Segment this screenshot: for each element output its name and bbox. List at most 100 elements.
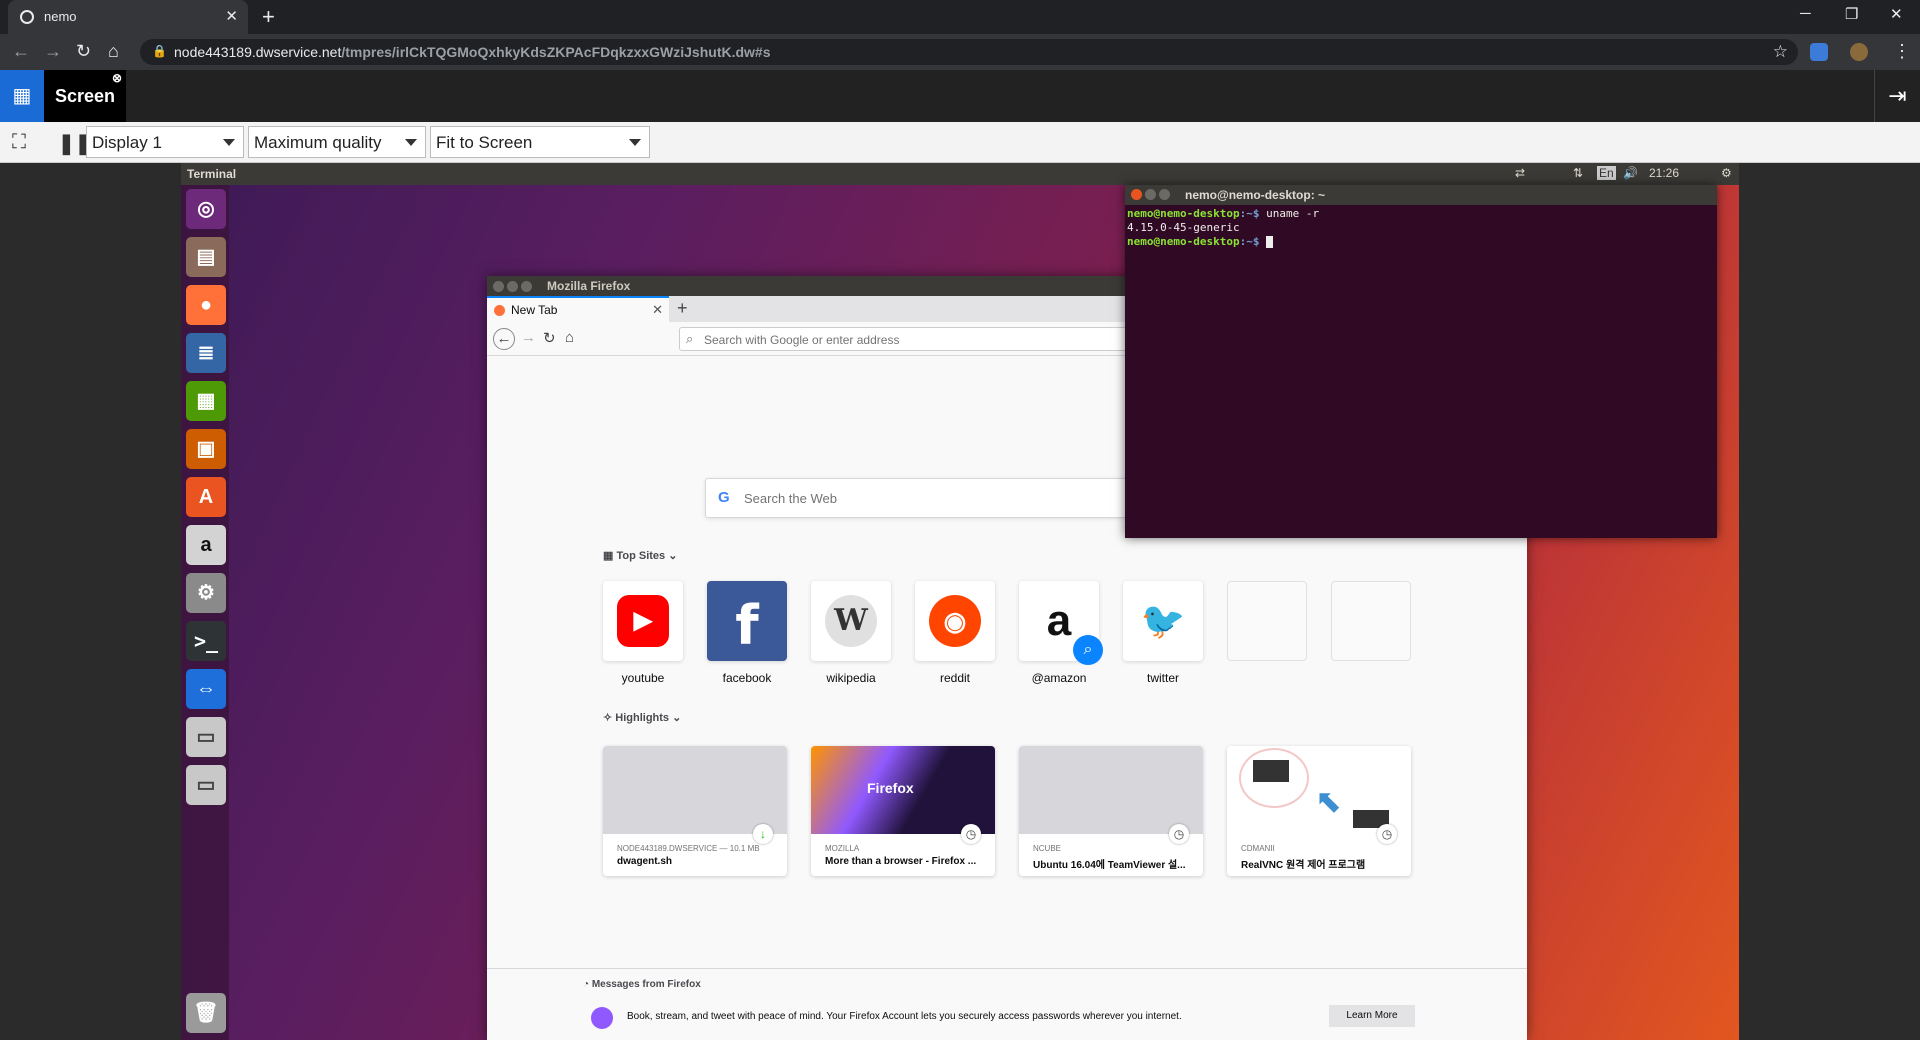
window-buttons[interactable] bbox=[493, 281, 535, 295]
screen-control-bar: ⛶ ❚❚ Display 1 Maximum quality Fit to Sc… bbox=[0, 122, 1920, 163]
apps-grid-icon[interactable]: ▦ bbox=[0, 70, 44, 122]
minimize-icon[interactable]: ─ bbox=[1800, 5, 1811, 22]
clock-icon: ◷ bbox=[1169, 824, 1189, 844]
firefox-icon[interactable]: ● bbox=[186, 285, 226, 325]
browser-tab-title: nemo bbox=[44, 9, 77, 24]
text-cursor bbox=[1266, 236, 1274, 248]
display-select[interactable]: Display 1 bbox=[86, 126, 244, 158]
firefox-favicon-icon bbox=[494, 305, 505, 316]
extension-icon[interactable] bbox=[1810, 43, 1828, 61]
back-icon[interactable]: ← bbox=[12, 41, 30, 62]
back-icon[interactable]: ← bbox=[493, 328, 515, 350]
impress-icon[interactable]: ▣ bbox=[186, 429, 226, 469]
card-title: More than a browser - Firefox ... bbox=[825, 856, 977, 867]
teamviewer-icon[interactable]: ⇔ bbox=[186, 669, 226, 709]
firefox-logo-text: Firefox bbox=[867, 780, 914, 796]
empty-top-site-slot[interactable] bbox=[1227, 581, 1307, 661]
reload-icon[interactable]: ↻ bbox=[76, 41, 91, 62]
highlight-card[interactable]: ⬉ ◷ CDMANII RealVNC 원격 제어 프로그램 bbox=[1227, 746, 1411, 876]
chevron-down-icon bbox=[405, 139, 417, 146]
chevron-down-icon bbox=[223, 139, 235, 146]
system-settings-icon[interactable]: ⚙ bbox=[186, 573, 226, 613]
terminal-window[interactable]: nemo@nemo-desktop: ~ nemo@nemo-desktop:~… bbox=[1125, 185, 1717, 538]
new-tab-button[interactable]: + bbox=[262, 4, 275, 30]
new-tab-button[interactable]: + bbox=[677, 298, 688, 319]
writer-icon[interactable]: ≣ bbox=[186, 333, 226, 373]
remote-desktop-view[interactable]: Terminal ⇄ ⇅ En 🔊 21:26 ⚙ ◎ ▤ ● ≣ ▦ ▣ A … bbox=[181, 163, 1739, 1040]
address-placeholder: Search with Google or enter address bbox=[704, 333, 900, 347]
window-buttons[interactable] bbox=[1131, 189, 1173, 203]
highlight-card[interactable]: ◷ NCUBE Ubuntu 16.04에 TeamViewer 설... bbox=[1019, 746, 1203, 876]
close-window-icon[interactable]: ✕ bbox=[1890, 5, 1903, 23]
highlight-card[interactable]: Firefox ◷ MOZILLA More than a browser - … bbox=[811, 746, 995, 876]
screen-tab-label: Screen bbox=[54, 86, 116, 106]
keyboard-layout[interactable]: En bbox=[1597, 166, 1616, 180]
highlights-header[interactable]: ✧ Highlights ⌄ bbox=[603, 711, 681, 724]
software-center-icon[interactable]: A bbox=[186, 477, 226, 517]
reddit-icon: ◉ bbox=[929, 595, 981, 647]
clock-icon: ◷ bbox=[961, 824, 981, 844]
teamviewer-tray-icon[interactable]: ⇄ bbox=[1515, 166, 1525, 180]
close-tab-icon[interactable]: ✕ bbox=[652, 302, 663, 318]
active-app-title: Terminal bbox=[187, 167, 237, 181]
top-site-reddit[interactable]: ◉ reddit bbox=[915, 581, 995, 685]
amazon-icon[interactable]: a bbox=[186, 525, 226, 565]
clock[interactable]: 21:26 bbox=[1649, 166, 1679, 180]
terminal-icon[interactable]: >_ bbox=[186, 621, 226, 661]
fullscreen-icon[interactable]: ⛶ bbox=[12, 131, 26, 154]
screen-tab[interactable]: Screen ⊗ bbox=[44, 70, 126, 122]
top-sites-header[interactable]: ▦ Top Sites ⌄ bbox=[603, 549, 677, 562]
calc-icon[interactable]: ▦ bbox=[186, 381, 226, 421]
top-site-amazon[interactable]: a ⌕ @amazon bbox=[1019, 581, 1103, 685]
browser-tab[interactable]: nemo ✕ bbox=[8, 0, 248, 34]
restore-icon[interactable]: ❐ bbox=[1845, 5, 1858, 23]
drive-icon[interactable]: ▭ bbox=[186, 717, 226, 757]
card-source: CDMANII bbox=[1241, 844, 1275, 853]
ubuntu-dash-icon[interactable]: ◎ bbox=[186, 189, 226, 229]
quality-select[interactable]: Maximum quality bbox=[248, 126, 426, 158]
learn-more-button[interactable]: Learn More bbox=[1329, 1005, 1415, 1027]
globe-icon bbox=[20, 10, 34, 24]
home-icon[interactable]: ⌂ bbox=[108, 41, 119, 62]
top-site-label: wikipedia bbox=[826, 671, 876, 685]
profile-avatar[interactable] bbox=[1850, 43, 1868, 61]
close-screen-icon[interactable]: ⊗ bbox=[112, 70, 122, 86]
download-icon: ↓ bbox=[753, 824, 773, 844]
drive-icon[interactable]: ▭ bbox=[186, 765, 226, 805]
terminal-output[interactable]: nemo@nemo-desktop:~$ uname -r 4.15.0-45-… bbox=[1127, 207, 1319, 249]
network-icon[interactable]: ⇅ bbox=[1573, 166, 1583, 180]
chevron-down-icon bbox=[629, 139, 641, 146]
home-icon[interactable]: ⌂ bbox=[565, 329, 574, 346]
web-search-placeholder: Search the Web bbox=[744, 491, 837, 506]
google-icon: G bbox=[718, 489, 730, 506]
volume-icon[interactable]: 🔊 bbox=[1623, 166, 1638, 180]
address-bar[interactable]: 🔒 node443189.dwservice.net/tmpres/irlCkT… bbox=[140, 39, 1798, 65]
arrow-icon: ⬉ bbox=[1315, 783, 1342, 819]
facebook-icon: f bbox=[735, 594, 759, 657]
close-tab-icon[interactable]: ✕ bbox=[225, 7, 238, 25]
top-site-facebook[interactable]: f facebook bbox=[707, 581, 787, 685]
forward-icon[interactable]: → bbox=[521, 329, 536, 346]
top-site-youtube[interactable]: ▶ youtube bbox=[603, 581, 683, 685]
fit-select-value: Fit to Screen bbox=[436, 133, 533, 152]
bookmark-star-icon[interactable]: ☆ bbox=[1773, 42, 1788, 62]
settings-gear-icon[interactable]: ⚙ bbox=[1721, 166, 1732, 180]
twitter-bird-icon: 🐦 bbox=[1140, 600, 1186, 641]
empty-top-site-slot[interactable] bbox=[1331, 581, 1411, 661]
top-site-wikipedia[interactable]: W wikipedia bbox=[811, 581, 891, 685]
card-title: RealVNC 원격 제어 프로그램 bbox=[1241, 860, 1366, 871]
forward-icon[interactable]: → bbox=[44, 41, 62, 62]
ubuntu-top-panel: Terminal ⇄ ⇅ En 🔊 21:26 ⚙ bbox=[181, 163, 1739, 185]
menu-kebab-icon[interactable]: ⋮ bbox=[1893, 41, 1911, 62]
logout-icon[interactable]: ⇥ bbox=[1874, 70, 1920, 122]
highlight-card[interactable]: ↓ NODE443189.DWSERVICE — 10.1 MB dwagent… bbox=[603, 746, 787, 876]
firefox-window-title: Mozilla Firefox bbox=[547, 279, 631, 293]
trash-icon[interactable]: 🗑 bbox=[186, 993, 226, 1033]
files-icon[interactable]: ▤ bbox=[186, 237, 226, 277]
clock-icon: ◷ bbox=[1377, 824, 1397, 844]
reload-icon[interactable]: ↻ bbox=[543, 329, 556, 347]
fit-select[interactable]: Fit to Screen bbox=[430, 126, 650, 158]
firefox-tab[interactable]: New Tab ✕ bbox=[487, 296, 669, 322]
quality-select-value: Maximum quality bbox=[254, 133, 382, 152]
top-site-twitter[interactable]: 🐦 twitter bbox=[1123, 581, 1203, 685]
